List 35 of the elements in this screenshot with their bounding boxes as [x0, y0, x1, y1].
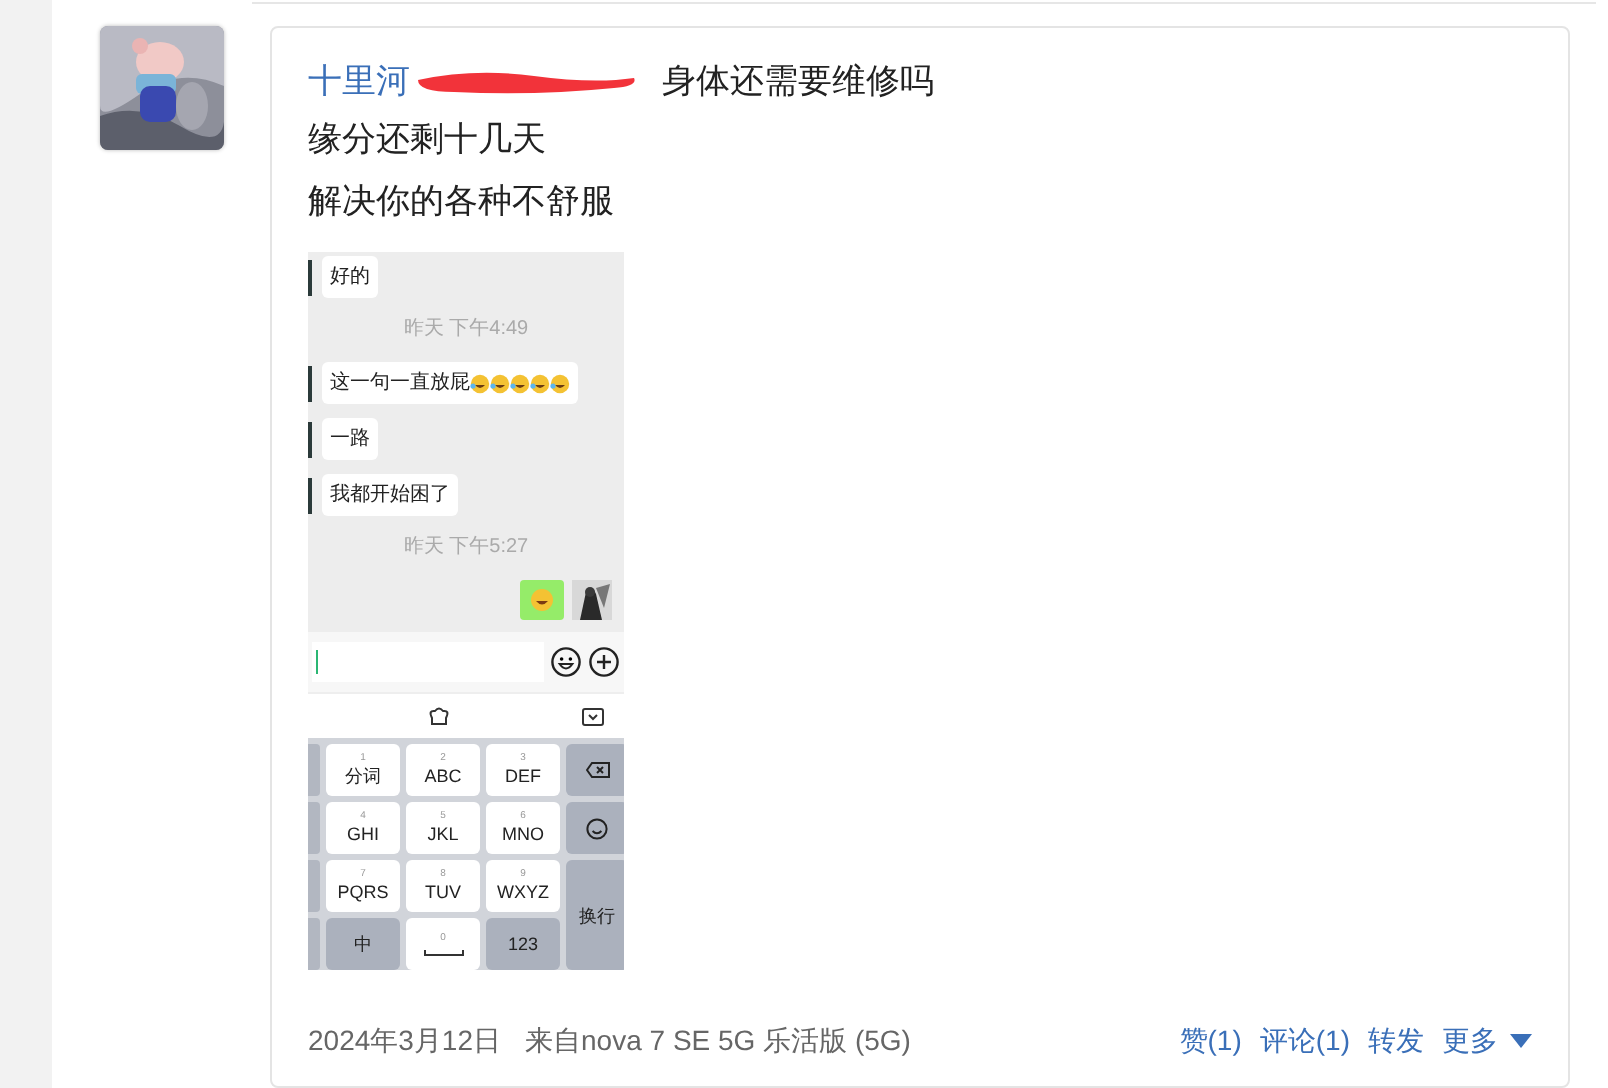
- grin-emoji-icon: [530, 588, 554, 612]
- laughing-emoji-icon: [550, 373, 570, 393]
- action-link[interactable]: 评论(1): [1259, 1020, 1350, 1062]
- smiley-icon[interactable]: [550, 646, 582, 678]
- keyboard-key[interactable]: 中: [326, 918, 400, 970]
- message-text: 身体还需要维修吗: [662, 60, 934, 105]
- laughing-emoji-icon: [470, 373, 490, 393]
- add-icon[interactable]: [588, 646, 620, 678]
- message-text: 好的: [330, 264, 370, 292]
- message-text: 这一句一直放屁: [330, 369, 470, 398]
- laughing-emoji-icon: [510, 373, 530, 393]
- more-menu[interactable]: 更多: [1442, 1020, 1532, 1062]
- action-link[interactable]: 转发: [1368, 1020, 1424, 1062]
- post-date: 2024年3月12日: [308, 1022, 502, 1060]
- author-link[interactable]: 十里河: [308, 56, 410, 108]
- backspace-key[interactable]: [566, 744, 624, 796]
- caret-down-icon: [1510, 1034, 1532, 1048]
- keyboard-key[interactable]: 123: [486, 918, 560, 970]
- message-text: 缘分还剩十几天: [308, 118, 548, 162]
- message-text: 一路: [330, 426, 370, 454]
- backspace-icon: [585, 762, 609, 778]
- message-input[interactable]: [312, 642, 544, 682]
- message-text: 我都开始困了: [330, 481, 450, 510]
- action-link[interactable]: 赞(1): [1179, 1020, 1242, 1062]
- smiley-icon: [586, 817, 608, 839]
- message-text: 解决你的各种不舒服: [308, 180, 616, 224]
- laughing-emoji-icon: [490, 373, 510, 393]
- chef-hat-icon[interactable]: [428, 705, 450, 727]
- chat-timestamp: 昨天 下午5:27: [401, 536, 531, 560]
- chat-timestamp: 昨天 下午4:49: [401, 318, 531, 342]
- collapse-keyboard-icon[interactable]: [582, 707, 604, 725]
- enter-key[interactable]: 换行: [566, 860, 624, 970]
- post-source: 来自nova 7 SE 5G 乐活版 (5G): [525, 1022, 911, 1060]
- emoji-key[interactable]: [566, 802, 624, 854]
- laughing-emoji-icon: [530, 373, 550, 393]
